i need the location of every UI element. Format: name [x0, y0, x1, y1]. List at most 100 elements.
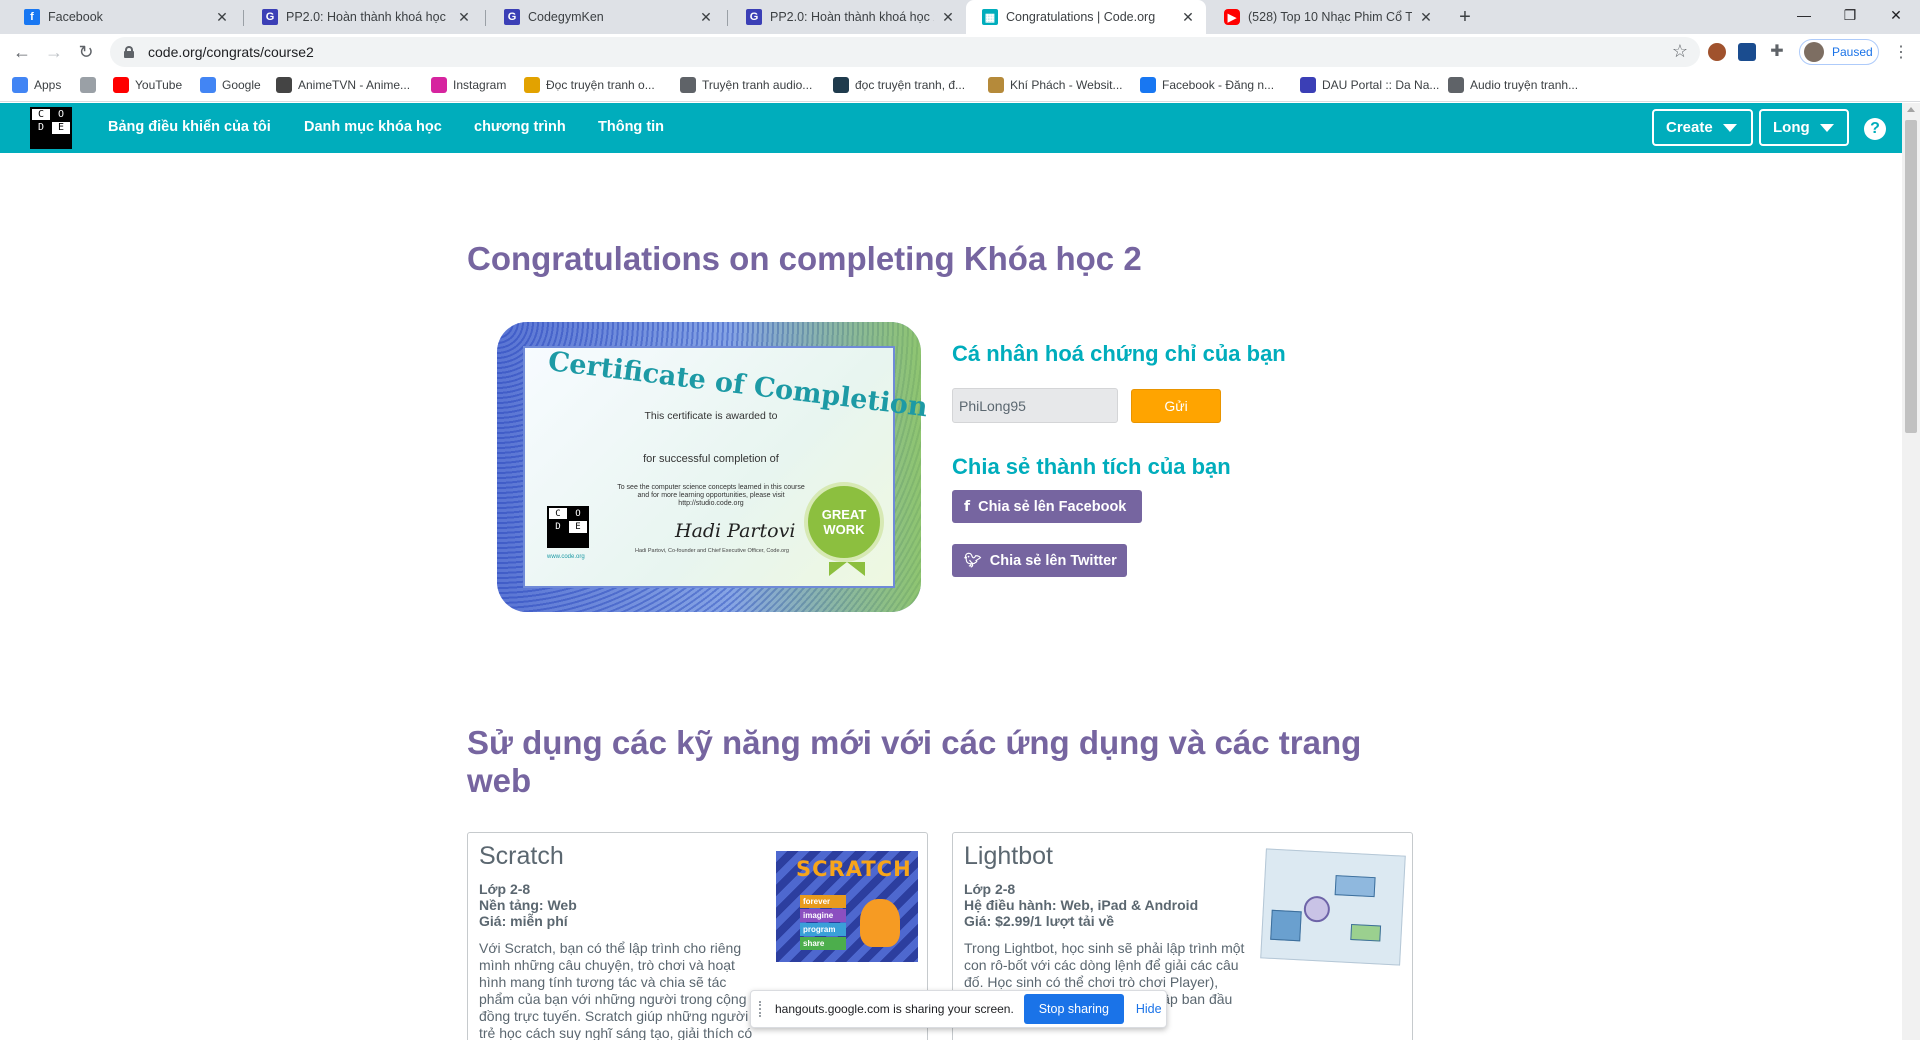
nav-dashboard[interactable]: Bảng điều khiển của tôi: [108, 119, 271, 135]
g-favicon-icon: G: [746, 9, 762, 25]
scroll-up-arrow-icon[interactable]: [1907, 107, 1915, 112]
certificate-name-input[interactable]: [952, 388, 1118, 423]
nav-about[interactable]: Thông tin: [598, 119, 664, 135]
card-price: Giá: miễn phí: [479, 913, 568, 929]
card-platform: Hệ điều hành: Web, iPad & Android: [964, 897, 1199, 913]
bookmark-item[interactable]: Apps: [12, 77, 61, 93]
tab-title: Facebook: [48, 10, 103, 24]
card-grade: Lớp 2-8: [964, 881, 1016, 897]
share-twitter-label: Chia sẻ lên Twitter: [989, 552, 1117, 569]
bookmark-item[interactable]: Google: [200, 77, 261, 93]
share-heading: Chia sẻ thành tích của bạn: [952, 454, 1231, 479]
back-arrow-icon[interactable]: ←: [8, 38, 36, 66]
scroll-thumb[interactable]: [1905, 120, 1917, 433]
tab-pp2-course2[interactable]: G PP2.0: Hoàn thành khoá học 2 trê ✕: [730, 0, 966, 34]
lightbot-thumbnail[interactable]: [1260, 848, 1406, 966]
card-platform: Nền tảng: Web: [479, 897, 577, 913]
bookmark-label: AnimeTVN - Anime...: [298, 78, 411, 92]
bookmark-label: DAU Portal :: Da Na...: [1322, 78, 1440, 92]
forward-arrow-icon[interactable]: →: [40, 38, 68, 66]
new-tab-icon[interactable]: +: [1454, 6, 1476, 28]
close-icon[interactable]: ✕: [940, 9, 956, 25]
menu-dots-icon[interactable]: ⋮: [1893, 42, 1909, 62]
logo-letter: C: [32, 109, 50, 121]
certificate-image: Certificate of Completion This certifica…: [497, 322, 929, 612]
hide-banner-link[interactable]: Hide: [1136, 1002, 1162, 1016]
bookmark-item[interactable]: AnimeTVN - Anime...: [276, 77, 410, 93]
bookmark-item[interactable]: DAU Portal :: Da Na...: [1300, 77, 1439, 93]
close-icon[interactable]: ✕: [456, 9, 472, 25]
nav-programs[interactable]: chương trình: [474, 119, 566, 135]
lock-icon: [124, 46, 134, 58]
facebook-favicon-icon: f: [24, 9, 40, 25]
logo-letter: D: [32, 122, 50, 134]
extensions-puzzle-icon[interactable]: ✚: [1768, 43, 1786, 61]
window-close-icon[interactable]: ✕: [1873, 0, 1919, 30]
animetvn-icon: [276, 77, 292, 93]
scratch-tag: forever: [800, 895, 846, 908]
nav-course-catalog[interactable]: Danh mục khóa học: [304, 119, 442, 135]
screen-share-message: hangouts.google.com is sharing your scre…: [775, 1002, 1014, 1016]
close-icon[interactable]: ✕: [214, 9, 230, 25]
personalize-heading: Cá nhân hoá chứng chỉ của bạn: [952, 341, 1286, 366]
bookmark-item[interactable]: Khí Phách - Websit...: [988, 77, 1123, 93]
scratch-thumbnail[interactable]: SCRATCH forever imagine program share: [776, 851, 918, 962]
bookmark-label: Apps: [34, 78, 62, 92]
tab-title: PP2.0: Hoàn thành khoá học 2 trê: [770, 10, 934, 24]
bookmark-item[interactable]: Facebook - Đăng n...: [1140, 77, 1274, 93]
bookmark-item[interactable]: đọc truyện tranh, đ...: [833, 77, 965, 93]
bookmark-item[interactable]: Đọc truyện tranh o...: [524, 77, 655, 93]
caret-down-icon: [1722, 123, 1737, 132]
extension-j-icon[interactable]: [1738, 43, 1756, 61]
address-bar[interactable]: code.org/congrats/course2 ☆: [110, 37, 1700, 67]
profile-button[interactable]: Paused: [1799, 39, 1879, 65]
share-twitter-button[interactable]: 🐦︎ Chia sẻ lên Twitter: [952, 544, 1127, 577]
certificate-signer: Hadi Partovi, Co-founder and Chief Execu…: [635, 548, 789, 554]
close-icon[interactable]: ✕: [1418, 9, 1434, 25]
share-facebook-label: Chia sẻ lên Facebook: [978, 498, 1127, 515]
bookmark-item[interactable]: Audio truyện tranh...: [1448, 77, 1578, 93]
logo-letter: O: [52, 109, 70, 121]
tab-youtube[interactable]: ▶ (528) Top 10 Nhạc Phim Cổ Trang ✕: [1208, 0, 1444, 34]
bookmark-label: Đọc truyện tranh o...: [546, 78, 655, 92]
scratch-tag: share: [800, 937, 846, 950]
certificate-signature: Hadi Partovi: [675, 520, 796, 542]
share-facebook-button[interactable]: f Chia sẻ lên Facebook: [952, 490, 1142, 523]
bookmark-item[interactable]: YouTube: [113, 77, 182, 93]
tab-codeorg-congrats[interactable]: ▦ Congratulations | Code.org ✕: [966, 0, 1206, 34]
certificate-logo-url: www.code.org: [547, 554, 585, 560]
globe-icon: [1448, 77, 1464, 93]
bookmark-item[interactable]: [80, 77, 102, 93]
bookmark-star-icon[interactable]: ☆: [1672, 41, 1688, 62]
google-icon: [200, 77, 216, 93]
drag-handle-icon[interactable]: [759, 1001, 765, 1017]
close-icon[interactable]: ✕: [1180, 9, 1196, 25]
codeorg-logo[interactable]: C O D E: [30, 107, 72, 149]
tab-codegymken[interactable]: G CodegymKen ✕: [488, 0, 724, 34]
create-dropdown-button[interactable]: Create: [1652, 109, 1753, 146]
certificate-awarded-text: This certificate is awarded to: [644, 410, 778, 422]
n-icon: [524, 77, 540, 93]
help-icon[interactable]: ?: [1864, 118, 1886, 140]
extension-cookie-icon[interactable]: [1708, 43, 1726, 61]
restore-icon[interactable]: ❐: [1827, 0, 1873, 30]
scratch-tag: imagine: [800, 909, 846, 922]
scratch-tag: program: [800, 923, 846, 936]
card-price: Giá: $2.99/1 lượt tải về: [964, 913, 1115, 929]
submit-name-button[interactable]: Gửi: [1131, 389, 1221, 423]
page-scrollbar[interactable]: [1902, 103, 1920, 1040]
user-dropdown-button[interactable]: Long: [1759, 109, 1849, 146]
great-work-seal: GREAT WORK: [804, 482, 884, 576]
minimize-icon[interactable]: —: [1781, 0, 1827, 30]
tab-pp2-course1[interactable]: G PP2.0: Hoàn thành khoá học 1 trê ✕: [246, 0, 482, 34]
stop-sharing-button[interactable]: Stop sharing: [1023, 994, 1124, 1024]
card-grade: Lớp 2-8: [479, 881, 531, 897]
khiphach-icon: [988, 77, 1004, 93]
scratch-cat-icon: [860, 899, 900, 947]
bookmark-item[interactable]: Truyện tranh audio...: [680, 77, 812, 93]
profile-status: Paused: [1832, 45, 1873, 59]
reload-icon[interactable]: ↻: [72, 38, 100, 66]
close-icon[interactable]: ✕: [698, 9, 714, 25]
bookmark-item[interactable]: Instagram: [431, 77, 506, 93]
tab-facebook[interactable]: f Facebook ✕: [8, 0, 240, 34]
